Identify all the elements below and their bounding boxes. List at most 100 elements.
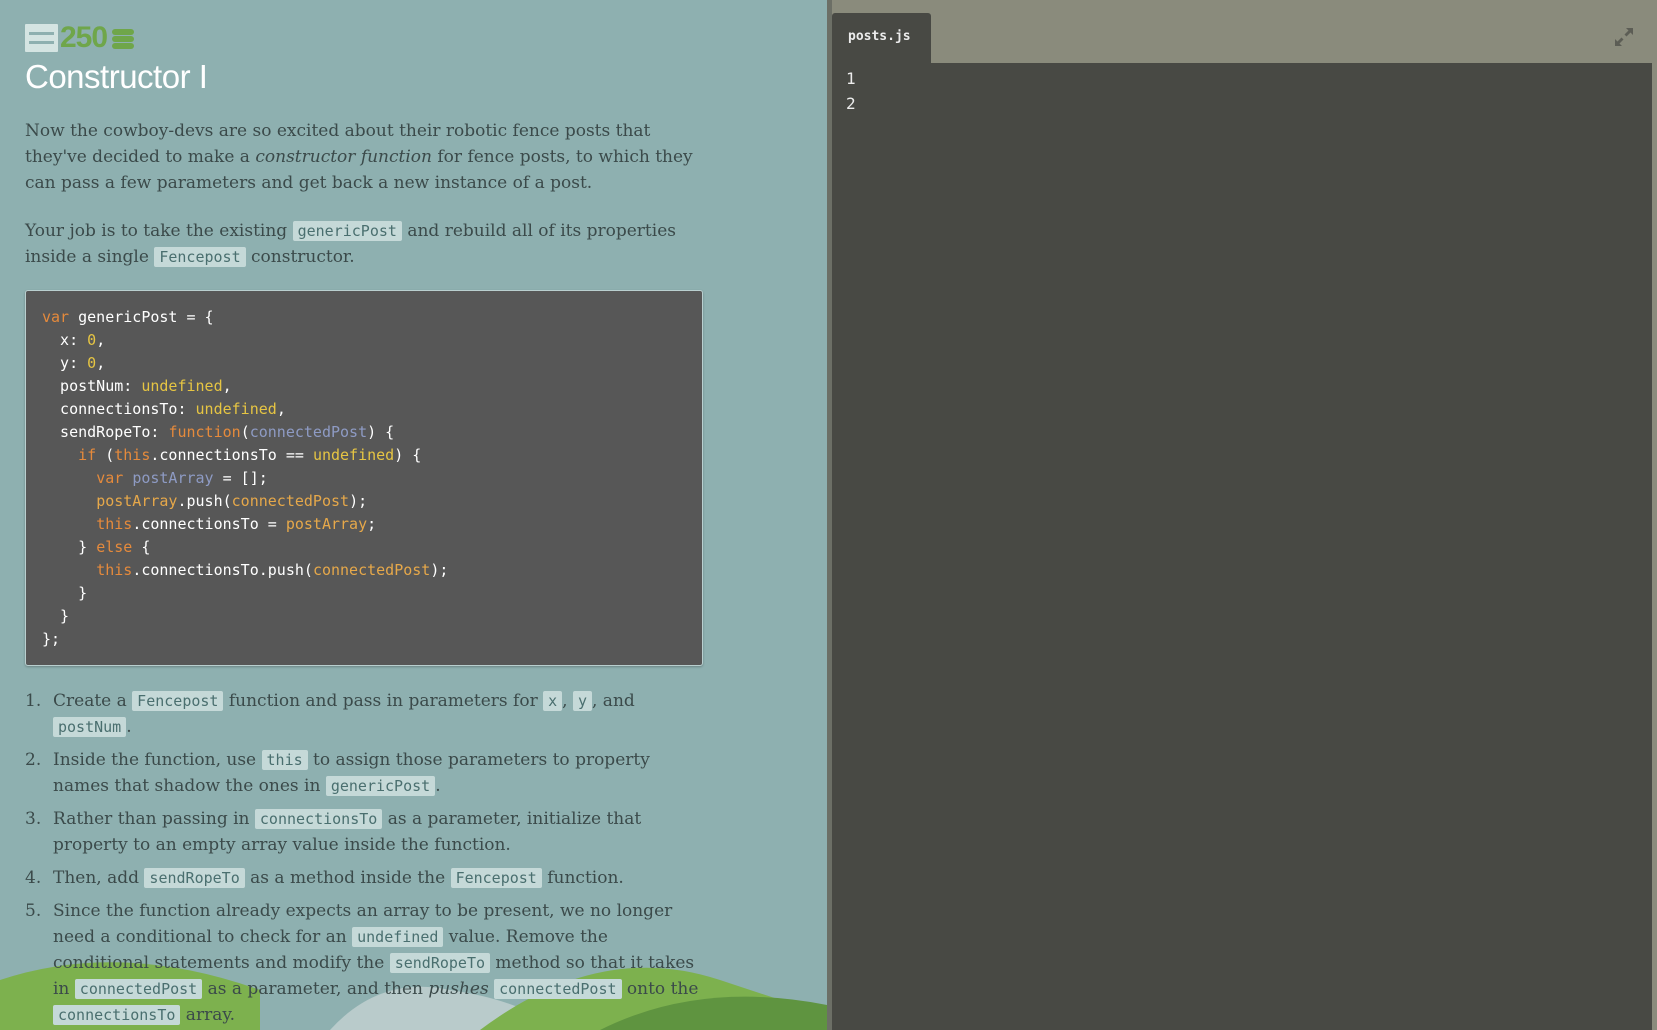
tab-posts-js[interactable]: posts.js <box>832 13 931 63</box>
step-text-fragment: , <box>562 691 573 711</box>
inline-code: genericPost <box>292 221 402 241</box>
code-line: x: 0, <box>42 329 686 352</box>
inline-code: connectionsTo <box>254 809 383 829</box>
line-number: 2 <box>846 94 856 113</box>
code-line: this.connectionsTo = postArray; <box>42 513 686 536</box>
inline-code: sendRopeTo <box>144 868 245 888</box>
code-token: ; <box>367 515 377 533</box>
code-token: ( <box>240 423 250 441</box>
step-number: 1. <box>25 691 42 711</box>
code-token: ); <box>349 492 368 510</box>
step-text-fragment: array. <box>180 1005 236 1025</box>
code-token: { <box>132 538 151 556</box>
intro-text: constructor. <box>245 247 355 267</box>
code-token: = []; <box>213 469 268 487</box>
inline-code: postNum <box>53 717 127 737</box>
points-badge: 250 <box>25 20 705 56</box>
code-editor[interactable]: 12 <box>832 63 1652 1030</box>
code-token: undefined <box>141 377 223 395</box>
step-text-fragment: function. <box>541 868 624 888</box>
step-text-fragment: Create a <box>53 691 133 711</box>
step-number: 4. <box>25 868 42 888</box>
code-line: postArray.push(connectedPost); <box>42 490 686 513</box>
code-token: genericPost = { <box>69 308 214 326</box>
code-token: } <box>42 538 97 556</box>
code-line: } <box>42 605 686 628</box>
inline-code: sendRopeTo <box>389 953 491 973</box>
instruction-step: 5. Since the function already expects an … <box>25 898 707 1028</box>
step-text: Since the function already expects an ar… <box>53 898 707 1028</box>
code-token: .connectionsTo = <box>132 515 286 533</box>
line-number: 1 <box>846 69 856 88</box>
code-line: this.connectionsTo.push(connectedPost); <box>42 559 686 582</box>
code-token: this <box>96 515 133 533</box>
step-number: 2. <box>25 750 42 770</box>
code-token: .connectionsTo.push( <box>132 561 313 579</box>
inline-code: x <box>543 691 563 711</box>
code-token: connectedPost <box>312 561 431 579</box>
step-text: Rather than passing in connectionsTo as … <box>53 806 707 858</box>
code-token: undefined <box>312 446 395 464</box>
code-token: , <box>96 354 106 372</box>
step-text: Inside the function, use this to assign … <box>53 747 707 799</box>
code-token: this <box>96 561 133 579</box>
code-token: } <box>42 584 88 602</box>
instruction-step: 2. Inside the function, use this to assig… <box>25 747 707 799</box>
code-line: y: 0, <box>42 352 686 375</box>
code-token: , <box>222 377 232 395</box>
step-text: Then, add sendRopeTo as a method inside … <box>53 865 707 891</box>
step-text-fragment: . <box>126 717 132 737</box>
code-token: postArray <box>96 492 178 510</box>
page-title: Constructor I <box>25 58 208 95</box>
code-token: connectionsTo: <box>42 400 196 418</box>
step-text-fragment: . <box>435 776 441 796</box>
code-token: var <box>96 469 124 487</box>
step-text: Create a Fencepost function and pass in … <box>53 688 707 740</box>
inline-code: this <box>261 750 308 770</box>
instruction-step: 1. Create a Fencepost function and pass i… <box>25 688 707 740</box>
code-token: , <box>96 331 106 349</box>
code-line: } else { <box>42 536 686 559</box>
inline-code: connectionsTo <box>53 1005 181 1025</box>
step-text-fragment: Inside the function, use <box>53 750 262 770</box>
code-token: ( <box>96 446 115 464</box>
code-token: , <box>276 400 286 418</box>
code-token: undefined <box>195 400 277 418</box>
intro-paragraph-1: Now the cowboy-devs are so excited about… <box>25 118 707 196</box>
step-text-fragment: as a parameter, and then <box>202 979 429 999</box>
code-token: ); <box>430 561 449 579</box>
inline-code: Fencepost <box>132 691 224 711</box>
intro-text: Your job is to take the existing <box>25 221 293 241</box>
code-token: y: <box>42 354 88 372</box>
inline-code: Fencepost <box>450 868 542 888</box>
step-number: 5. <box>25 901 42 921</box>
inline-code: undefined <box>352 927 444 947</box>
code-token: var <box>42 308 70 326</box>
coin-stack-icon <box>112 27 136 49</box>
code-token: this <box>114 446 151 464</box>
code-token: postArray <box>132 469 214 487</box>
menu-icon[interactable] <box>25 24 58 52</box>
code-line: var genericPost = { <box>42 306 686 329</box>
code-token: if <box>78 446 97 464</box>
code-token: sendRopeTo: <box>42 423 169 441</box>
code-line: connectionsTo: undefined, <box>42 398 686 421</box>
expand-icon[interactable] <box>1613 26 1635 48</box>
code-token: .connectionsTo == <box>150 446 313 464</box>
step-text-fragment: function and pass in parameters for <box>223 691 544 711</box>
emphasis-text: pushes <box>428 979 489 999</box>
step-text-fragment: onto the <box>621 979 699 999</box>
challenge-panel: 250 Constructor I Now the cowboy-devs ar… <box>0 0 827 1030</box>
step-text-fragment: Rather than passing in <box>53 809 255 829</box>
code-line: } <box>42 582 686 605</box>
example-code-block: var genericPost = { x: 0, y: 0, postNum:… <box>25 290 703 666</box>
code-line: var postArray = []; <box>42 467 686 490</box>
code-token: else <box>96 538 133 556</box>
code-token: connectedPost <box>249 423 368 441</box>
code-line: postNum: undefined, <box>42 375 686 398</box>
code-token: 0 <box>87 354 97 372</box>
